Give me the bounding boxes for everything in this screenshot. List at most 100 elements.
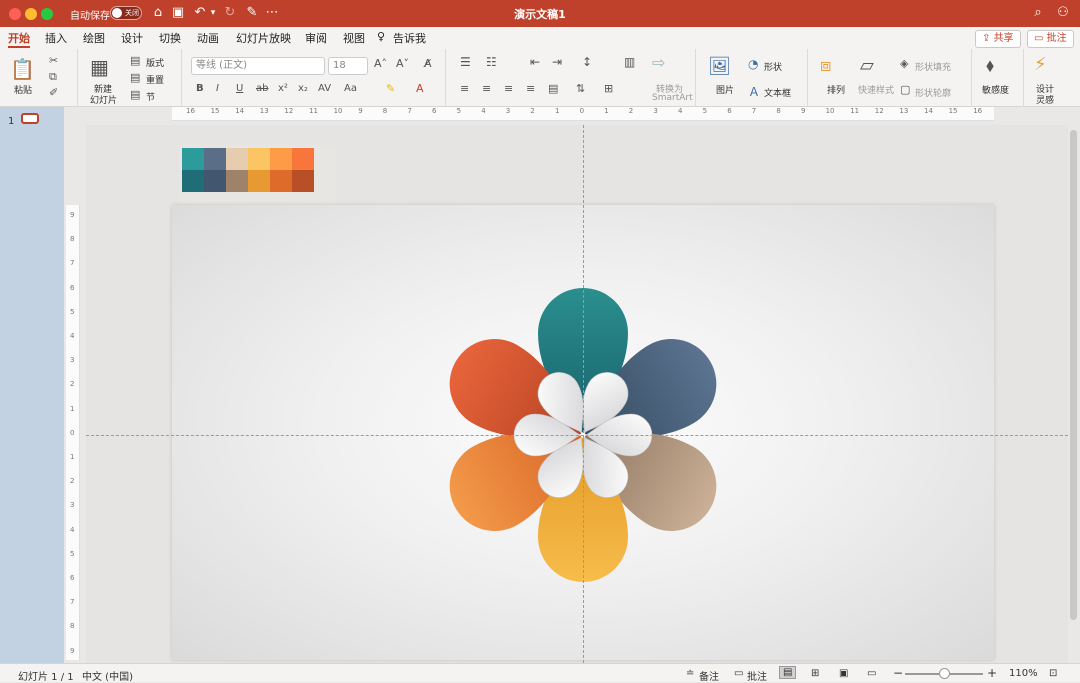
strikethrough-icon[interactable]: ab [256,83,268,94]
slide-thumbnail[interactable] [21,113,39,124]
shape-outline-icon[interactable]: ▢ [900,83,910,96]
align-left-icon[interactable]: ≡ [460,82,469,95]
palette-swatch[interactable] [204,148,226,170]
language-indicator[interactable]: 中文 (中国) [82,668,133,683]
arrange-label[interactable]: 排列 [827,83,845,96]
align-right-icon[interactable]: ≡ [504,82,513,95]
palette-swatch[interactable] [182,170,204,192]
tab-review[interactable]: 审阅 [305,30,327,46]
palette-swatch[interactable] [292,148,314,170]
sensitivity-label[interactable]: 敏感度 [982,83,1009,96]
new-slide-label-2[interactable]: 幻灯片 [90,93,117,106]
section-label[interactable]: 节 [146,90,155,103]
palette-swatch[interactable] [248,148,270,170]
arrange-icon[interactable]: ⧈ [820,55,831,76]
tab-draw[interactable]: 绘图 [83,30,105,46]
comments-status-icon[interactable]: ▭ [734,668,743,679]
layout-icon[interactable]: ▤ [130,54,140,67]
align-center-icon[interactable]: ≡ [482,82,491,95]
shapes-icon[interactable]: ◔ [748,57,758,71]
tab-transitions[interactable]: 切换 [159,30,181,46]
distributed-icon[interactable]: ▤ [548,82,558,95]
vertical-guide[interactable] [583,125,584,663]
designer-label-2[interactable]: 灵感 [1036,93,1054,106]
shape-fill-label[interactable]: 形状填充 [915,60,951,73]
textbox-icon[interactable]: Ａ [748,83,760,100]
bold-icon[interactable]: B [196,83,204,94]
copy-icon[interactable]: ⧉ [49,70,57,84]
textbox-label[interactable]: 文本框 [764,86,791,99]
convert-smartart-label-2[interactable]: SmartArt [652,93,693,103]
vertical-scrollbar[interactable] [1070,130,1077,620]
search-icon[interactable]: ⌕ [1030,5,1046,21]
increase-font-icon[interactable]: A˄ [374,57,387,70]
format-painter-icon[interactable]: ✐ [49,86,58,99]
horizontal-ruler[interactable]: 16 15 14 13 12 11 10 9 8 7 6 5 4 3 2 1 0 1 2 3 4 5 6 7 8 9 10 11 12 1… [172,107,994,121]
tab-design[interactable]: 设计 [121,30,143,46]
tab-animations[interactable]: 动画 [197,30,219,46]
quick-styles-icon[interactable]: ▱ [860,55,874,76]
picture-label[interactable]: 图片 [716,83,734,96]
palette-swatch[interactable] [270,148,292,170]
reset-icon[interactable]: ▤ [130,71,140,84]
text-direction-icon[interactable]: ⇅ [576,82,585,95]
bullets-icon[interactable]: ☰ [460,55,471,69]
underline-icon[interactable]: U [236,83,243,94]
align-text-icon[interactable]: ⊞ [604,82,613,95]
picture-icon[interactable]: 🖼 [708,56,731,77]
share-button[interactable]: ⇪ 共享 [975,30,1021,48]
zoom-slider-knob[interactable] [939,668,950,679]
cut-icon[interactable]: ✂ [49,54,58,67]
reset-label[interactable]: 重置 [146,73,164,86]
layout-label[interactable]: 版式 [146,56,164,69]
comments-status-button[interactable]: 批注 [747,668,767,683]
comments-button[interactable]: ▭ 批注 [1027,30,1074,48]
palette-swatch[interactable] [270,170,292,192]
tab-insert[interactable]: 插入 [45,30,67,46]
tab-slideshow[interactable]: 幻灯片放映 [236,30,291,46]
shape-outline-label[interactable]: 形状轮廓 [915,86,951,99]
section-icon[interactable]: ▤ [130,88,140,101]
sensitivity-icon[interactable]: ⬧ [986,55,994,76]
tab-tell-me[interactable]: 告诉我 [393,30,426,46]
notes-icon[interactable]: ≐ [686,668,694,679]
palette-swatch[interactable] [248,170,270,192]
account-icon[interactable]: ⚇ [1055,5,1071,21]
notes-button[interactable]: 备注 [699,668,719,683]
slide-sorter-icon[interactable]: ⊞ [811,668,819,679]
palette-swatch[interactable] [226,148,248,170]
zoom-in-icon[interactable]: + [987,666,997,680]
change-case-icon[interactable]: Aa [344,83,357,94]
smartart-icon[interactable]: ⇨ [652,53,665,72]
justify-icon[interactable]: ≡ [526,82,535,95]
palette-swatch[interactable] [292,170,314,192]
increase-indent-icon[interactable]: ⇥ [552,55,562,69]
palette-swatch[interactable] [182,148,204,170]
designer-icon[interactable]: ⚡ [1034,54,1047,75]
paste-label[interactable]: 粘贴 [14,83,32,96]
quick-styles-label[interactable]: 快速样式 [858,83,894,96]
highlight-icon[interactable]: ✎ [386,82,395,95]
horizontal-guide[interactable] [86,435,1068,436]
fit-slide-icon[interactable]: ⊡ [1049,668,1057,679]
zoom-level[interactable]: 110% [1009,668,1038,679]
numbering-icon[interactable]: ☷ [486,55,497,69]
superscript-icon[interactable]: x² [278,83,288,94]
decrease-font-icon[interactable]: A˅ [396,57,409,70]
line-spacing-icon[interactable]: ↕ [582,55,592,69]
decrease-indent-icon[interactable]: ⇤ [530,55,540,69]
vertical-ruler[interactable]: 9 8 7 6 5 4 3 2 1 0 1 2 3 4 5 6 7 8 9 [66,205,80,660]
slideshow-icon[interactable]: ▭ [867,668,876,679]
tab-view[interactable]: 视图 [343,30,365,46]
font-color-icon[interactable]: A [416,82,424,95]
subscript-icon[interactable]: x₂ [298,83,308,94]
zoom-out-icon[interactable]: − [893,666,903,680]
new-slide-icon[interactable]: ▦ [90,55,109,79]
font-size-select[interactable]: 18 [328,57,368,75]
paste-icon[interactable]: 📋 [10,57,35,81]
normal-view-icon[interactable]: ▤ [779,666,797,679]
palette-swatch[interactable] [226,170,248,192]
shapes-label[interactable]: 形状 [764,60,782,73]
clear-format-icon[interactable]: A̸ [424,57,432,70]
char-spacing-icon[interactable]: AV [318,83,331,94]
